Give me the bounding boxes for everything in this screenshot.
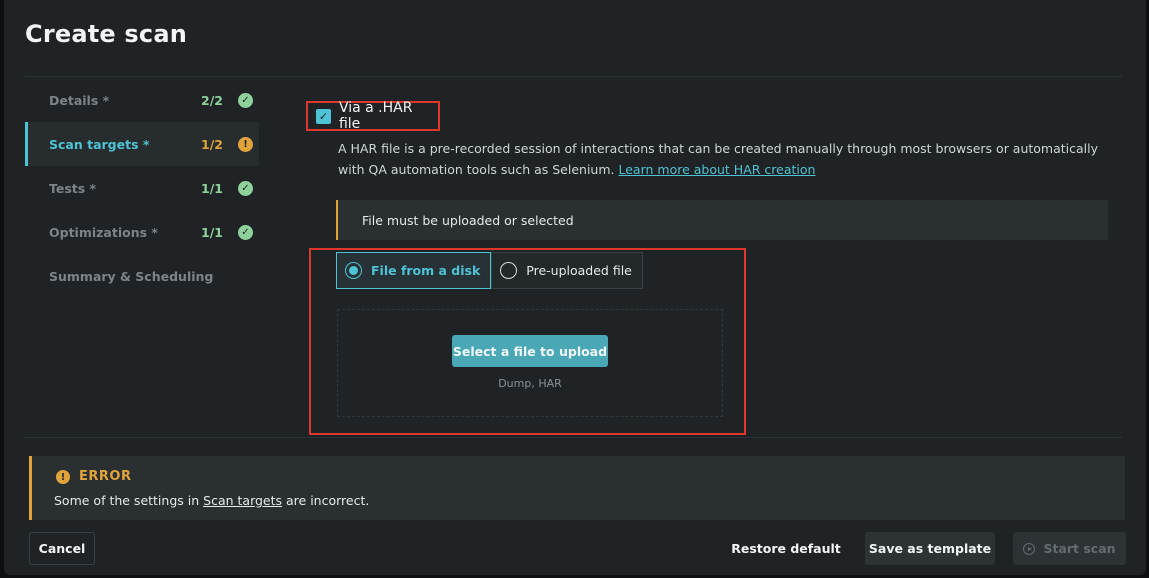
play-icon xyxy=(1023,542,1036,555)
sidebar-item-details[interactable]: Details * 2/2 ✓ xyxy=(25,78,259,122)
step-label: Scan targets * xyxy=(49,136,150,152)
har-checkbox-label: Via a .HAR file xyxy=(338,100,413,132)
check-icon: ✓ xyxy=(238,224,253,240)
sidebar-item-optimizations[interactable]: Optimizations * 1/1 ✓ xyxy=(25,210,259,254)
create-scan-dialog: Create scan Details * 2/2 ✓ Scan targets… xyxy=(4,0,1146,575)
radio-pre-uploaded-file[interactable]: Pre-uploaded file xyxy=(491,252,643,289)
save-as-template-button[interactable]: Save as template xyxy=(865,532,995,565)
step-count: 1/2 xyxy=(201,136,223,152)
step-count: 1/1 xyxy=(201,224,223,240)
error-message: Some of the settings in Scan targets are… xyxy=(54,493,369,508)
har-file-checkbox[interactable]: ✓ Via a .HAR file xyxy=(306,100,440,132)
sidebar-item-tests[interactable]: Tests * 1/1 ✓ xyxy=(25,166,259,210)
cancel-button[interactable]: Cancel xyxy=(29,532,95,565)
wizard-sidebar: Details * 2/2 ✓ Scan targets * 1/2 ! Tes… xyxy=(25,78,259,298)
error-message-suffix: are incorrect. xyxy=(286,493,370,508)
check-icon: ✓ xyxy=(238,180,253,196)
select-file-button[interactable]: Select a file to upload xyxy=(452,335,608,367)
start-scan-label: Start scan xyxy=(1043,541,1116,556)
checkbox-checked-icon[interactable]: ✓ xyxy=(316,108,331,124)
check-icon: ✓ xyxy=(238,92,253,108)
warning-icon: ! xyxy=(238,136,253,152)
step-label: Details * xyxy=(49,92,110,108)
radio-selected-icon xyxy=(345,262,362,279)
har-description: A HAR file is a pre-recorded session of … xyxy=(338,138,1108,180)
divider xyxy=(25,76,1122,77)
accepted-formats: Dump, HAR xyxy=(498,377,562,390)
step-count: 1/1 xyxy=(201,180,223,196)
scan-targets-link[interactable]: Scan targets xyxy=(203,493,282,508)
step-label: Optimizations * xyxy=(49,224,158,240)
start-scan-button[interactable]: Start scan xyxy=(1013,532,1126,565)
error-title: ERROR xyxy=(79,469,132,484)
learn-more-har-link[interactable]: Learn more about HAR creation xyxy=(619,162,816,177)
error-icon: ! xyxy=(56,470,70,484)
step-count: 2/2 xyxy=(201,92,223,108)
error-message-prefix: Some of the settings in xyxy=(54,493,200,508)
divider xyxy=(25,437,1122,438)
step-label: Summary & Scheduling xyxy=(49,268,214,284)
radio-label: File from a disk xyxy=(371,263,481,278)
radio-label: Pre-uploaded file xyxy=(526,263,632,278)
sidebar-item-scan-targets[interactable]: Scan targets * 1/2 ! xyxy=(25,122,259,166)
error-banner: ! ERROR Some of the settings in Scan tar… xyxy=(29,456,1125,520)
dialog-title: Create scan xyxy=(25,20,188,48)
step-label: Tests * xyxy=(49,180,97,196)
radio-unselected-icon xyxy=(500,262,518,279)
upload-required-notice: File must be uploaded or selected xyxy=(336,200,1108,240)
file-source-radio-group: File from a disk Pre-uploaded file xyxy=(336,252,643,289)
restore-default-button[interactable]: Restore default xyxy=(726,532,846,565)
sidebar-item-summary-scheduling[interactable]: Summary & Scheduling xyxy=(25,254,259,298)
radio-file-from-disk[interactable]: File from a disk xyxy=(336,252,492,289)
notice-text: File must be uploaded or selected xyxy=(362,212,574,228)
